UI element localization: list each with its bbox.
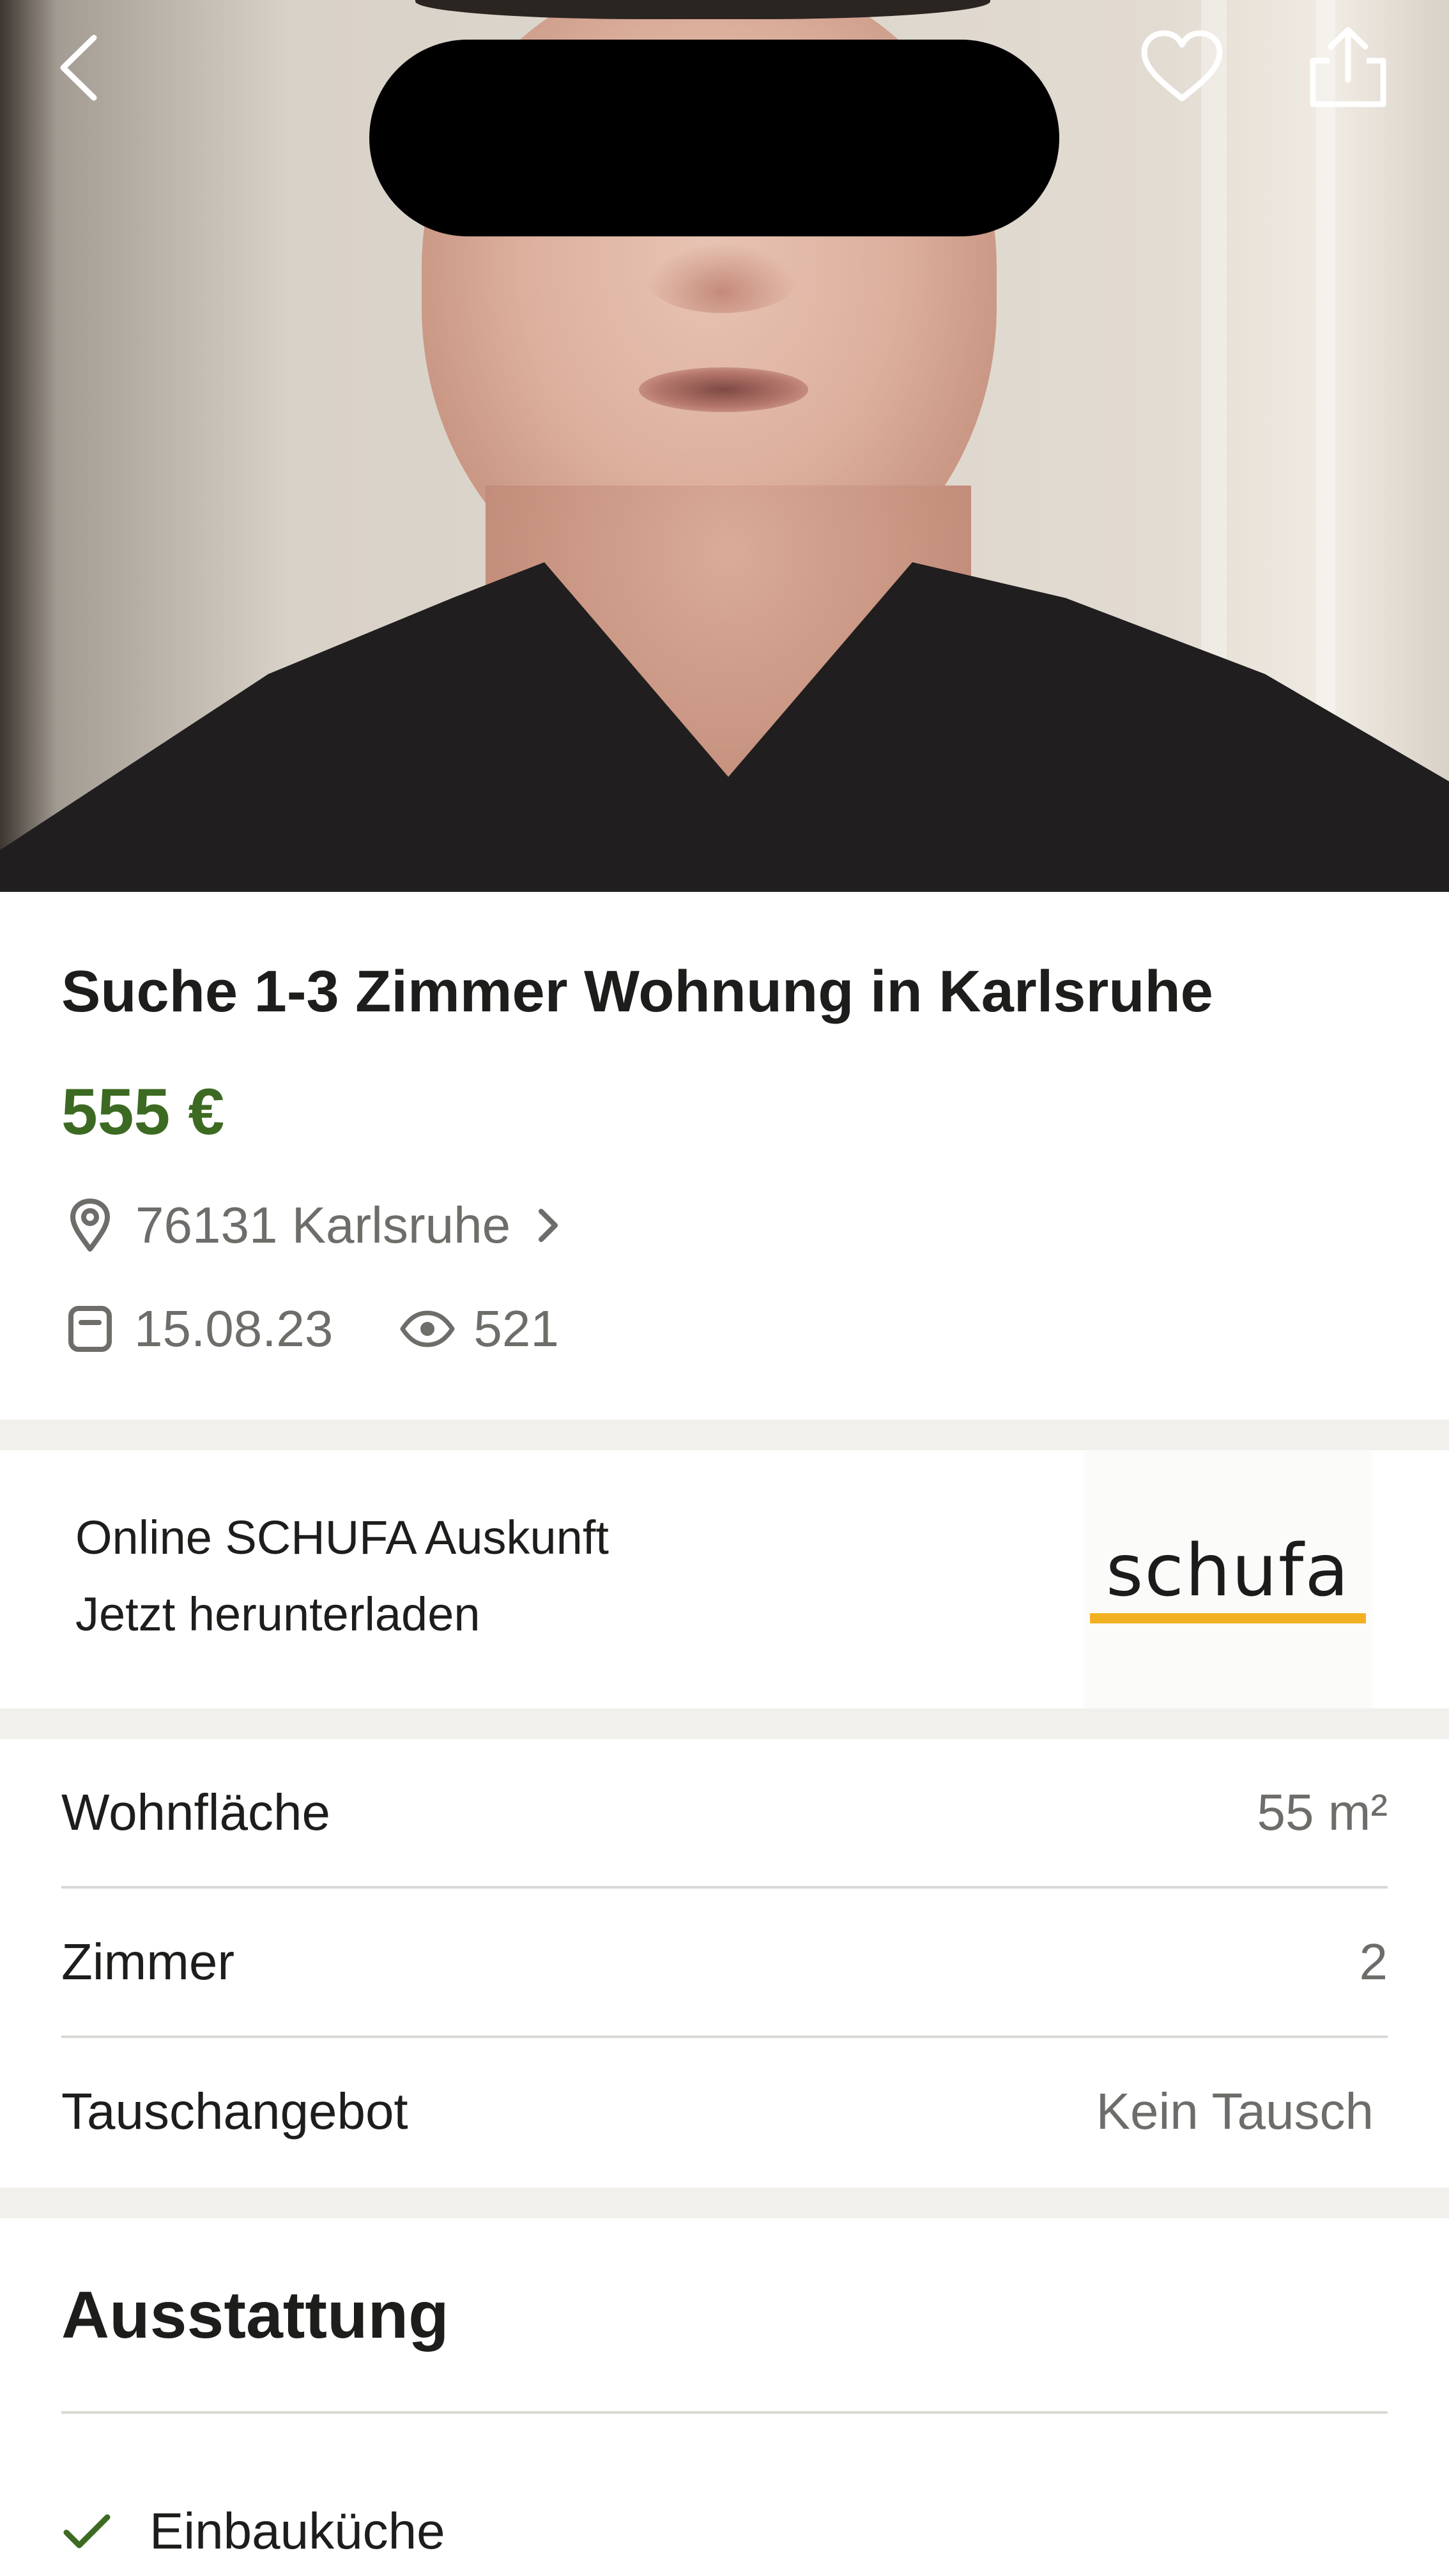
censor-bar xyxy=(369,40,1059,236)
share-button[interactable] xyxy=(1300,22,1396,111)
feature-label: Einbauküche xyxy=(150,2503,445,2559)
features-heading: Ausstattung xyxy=(61,2278,449,2352)
attribute-row-zimmer: Zimmer 2 xyxy=(61,1889,1388,2038)
attribute-label: Zimmer xyxy=(61,1933,235,1990)
schufa-ad-banner[interactable]: Online SCHUFA Auskunft Jetzt herunterlad… xyxy=(0,1450,1449,1708)
section-divider xyxy=(0,2188,1449,2218)
listing-title: Suche 1-3 Zimmer Wohnung in Karlsruhe xyxy=(61,959,1213,1024)
ad-cta-link[interactable]: Jetzt herunterladen xyxy=(75,1586,480,1643)
location-link[interactable]: 76131 Karlsruhe xyxy=(61,1193,560,1257)
listing-price: 555 € xyxy=(61,1075,225,1148)
attribute-row-wohnflaeche: Wohnfläche 55 m² xyxy=(61,1739,1388,1889)
photo-nose xyxy=(645,243,799,313)
location-text: 76131 Karlsruhe xyxy=(135,1197,511,1254)
schufa-logo-text: schufa xyxy=(1106,1529,1350,1613)
chevron-left-icon xyxy=(60,34,97,101)
section-divider xyxy=(0,1420,1449,1450)
view-count: 521 xyxy=(473,1300,559,1357)
favorite-button[interactable] xyxy=(1137,26,1227,109)
eye-icon xyxy=(395,1310,459,1348)
photo-hair xyxy=(415,0,990,19)
map-pin-icon xyxy=(61,1198,119,1253)
ad-title: Online SCHUFA Auskunft xyxy=(75,1511,609,1564)
section-divider xyxy=(0,1708,1449,1739)
attribute-value: 2 xyxy=(1359,1933,1388,1990)
heart-icon xyxy=(1141,30,1223,102)
listing-photo[interactable] xyxy=(0,0,1449,892)
schufa-logo: schufa xyxy=(1084,1450,1372,1708)
attribute-value: Kein Tausch xyxy=(1096,2083,1374,2140)
attribute-row-tauschangebot: Tauschangebot Kein Tausch xyxy=(61,2038,1388,2185)
schufa-logo-underline xyxy=(1090,1613,1366,1623)
back-button[interactable] xyxy=(45,29,115,106)
listing-meta: 15.08.23 521 xyxy=(61,1297,559,1361)
photo-mouth xyxy=(639,367,808,412)
attribute-label: Tauschangebot xyxy=(61,2083,408,2140)
share-icon xyxy=(1310,27,1386,107)
calendar-icon xyxy=(61,1305,119,1353)
listing-date: 15.08.23 xyxy=(134,1300,334,1357)
attribute-value: 55 m² xyxy=(1257,1784,1388,1841)
attribute-label: Wohnfläche xyxy=(61,1784,331,1841)
feature-item: Einbauküche xyxy=(61,2499,445,2563)
features-divider xyxy=(61,2411,1388,2414)
chevron-right-icon xyxy=(535,1206,560,1245)
attribute-list: Wohnfläche 55 m² Zimmer 2 Tauschangebot … xyxy=(61,1739,1388,2185)
check-icon xyxy=(61,2512,125,2550)
